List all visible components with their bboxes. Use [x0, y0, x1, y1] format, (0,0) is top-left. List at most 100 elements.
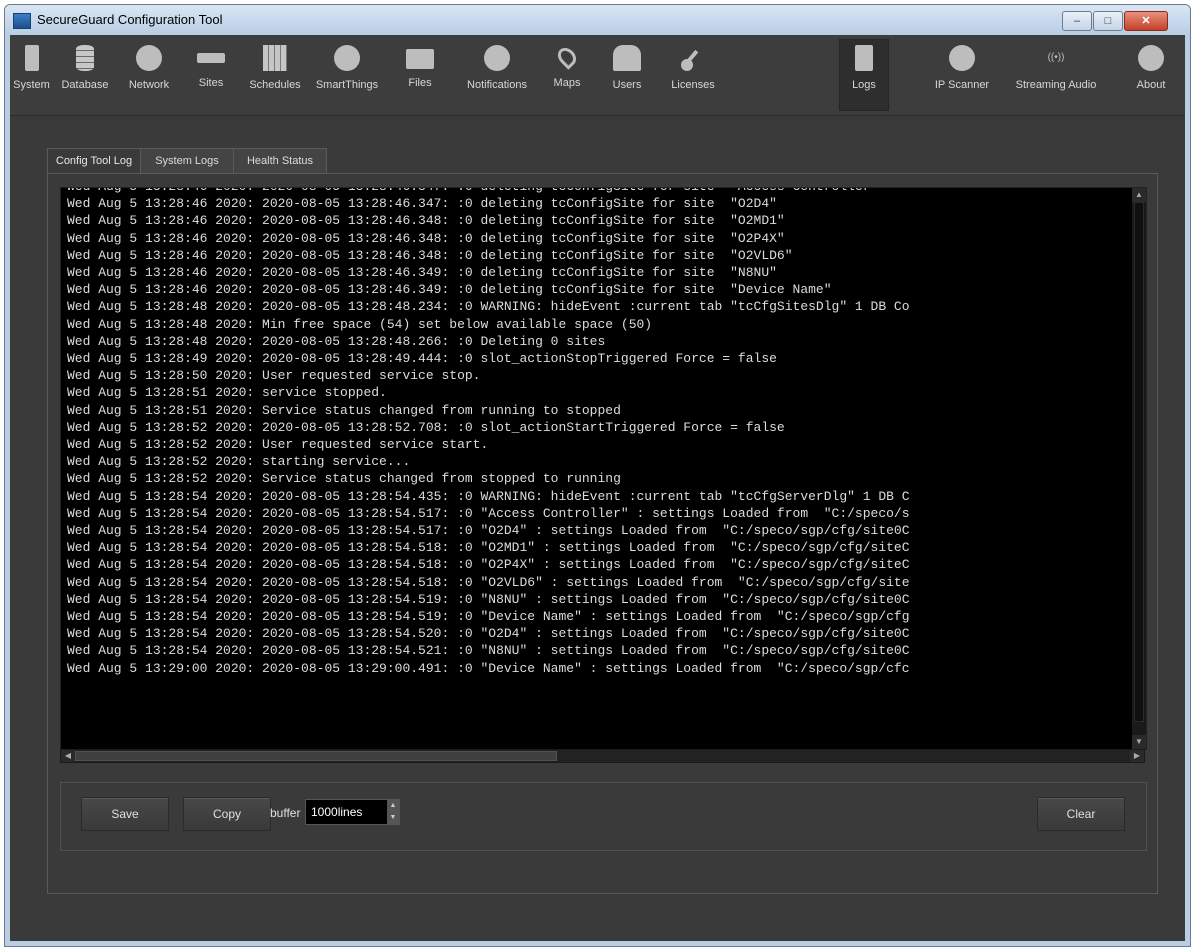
toolbar-item-label: Files [408, 77, 432, 89]
toolbar-item-label: Notifications [467, 79, 527, 91]
vertical-scroll-thumb[interactable] [1134, 202, 1144, 722]
log-line: Wed Aug 5 13:28:50 2020: User requested … [67, 368, 481, 384]
toolbar-item-licenses[interactable]: Licenses [659, 39, 727, 111]
log-line: Wed Aug 5 13:28:54 2020: 2020-08-05 13:2… [67, 591, 910, 607]
log-line: Wed Aug 5 13:28:54 2020: 2020-08-05 13:2… [67, 557, 910, 573]
log-line: Wed Aug 5 13:28:54 2020: 2020-08-05 13:2… [67, 574, 910, 590]
log-line: Wed Aug 5 13:28:51 2020: Service status … [67, 402, 621, 418]
toolbar-item-files[interactable]: Files [385, 39, 455, 111]
toolbar-item-users[interactable]: Users [595, 39, 659, 111]
toolbar-item-schedules[interactable]: Schedules [241, 39, 309, 111]
users-icon [613, 45, 641, 71]
log-line: Wed Aug 5 13:28:54 2020: 2020-08-05 13:2… [67, 488, 910, 504]
log-line: Wed Aug 5 13:28:46 2020: 2020-08-05 13:2… [67, 230, 785, 246]
maximize-button[interactable]: □ [1093, 11, 1123, 31]
horizontal-scrollbar[interactable]: ◀ ▶ [60, 749, 1145, 763]
log-line: Wed Aug 5 13:28:52 2020: starting servic… [67, 454, 411, 470]
tab-health-status[interactable]: Health Status [233, 148, 327, 174]
map-pin-icon [554, 44, 580, 70]
log-line: Wed Aug 5 13:28:54 2020: 2020-08-05 13:2… [67, 626, 910, 642]
log-line: Wed Aug 5 13:28:52 2020: User requested … [67, 437, 489, 453]
horizontal-scroll-thumb[interactable] [75, 751, 557, 761]
toolbar-item-logs[interactable]: Logs [839, 39, 889, 111]
toolbar-item-label: Licenses [671, 79, 715, 91]
log-line: Wed Aug 5 13:28:52 2020: 2020-08-05 13:2… [67, 419, 785, 435]
chevron-up-icon[interactable]: ▲ [387, 800, 399, 812]
ip-scanner-icon [949, 45, 975, 71]
app-icon [13, 13, 31, 29]
minimize-button[interactable]: – [1062, 11, 1092, 31]
log-line: Wed Aug 5 13:28:48 2020: 2020-08-05 13:2… [67, 333, 606, 349]
server-icon [24, 45, 39, 71]
log-controls: Save Copy buffer ▲ ▼ Clear [60, 782, 1147, 851]
log-line: Wed Aug 5 13:28:49 2020: 2020-08-05 13:2… [67, 351, 777, 367]
vertical-scrollbar[interactable]: ▲ ▼ [1132, 188, 1146, 749]
buffer-stepper[interactable]: ▲ ▼ [387, 800, 399, 824]
toolbar-item-network[interactable]: Network [117, 39, 181, 111]
toolbar-item-label: IP Scanner [934, 79, 990, 91]
log-icon [855, 45, 873, 71]
toolbar-item-label: Database [61, 79, 109, 91]
notification-icon [484, 45, 510, 71]
tab-system-logs[interactable]: System Logs [140, 148, 234, 174]
log-line: Wed Aug 5 13:28:54 2020: 2020-08-05 13:2… [67, 505, 910, 521]
log-lines: Wed Aug 5 13:28:46 2020: 2020-08-05 13:2… [67, 188, 1130, 677]
toolbar-item-streaming-audio[interactable]: Streaming Audio [1007, 39, 1105, 111]
scroll-down-icon[interactable]: ▼ [1132, 735, 1146, 749]
clear-button[interactable]: Clear [1037, 797, 1125, 831]
log-line: Wed Aug 5 13:28:46 2020: 2020-08-05 13:2… [67, 282, 832, 298]
log-line: Wed Aug 5 13:28:46 2020: 2020-08-05 13:2… [67, 196, 777, 212]
log-line: Wed Aug 5 13:28:54 2020: 2020-08-05 13:2… [67, 609, 910, 625]
main-content: Config Tool Log System Logs Health Statu… [10, 116, 1185, 941]
toolbar-item-sites[interactable]: Sites [181, 39, 241, 111]
toolbar-item-label: System [13, 79, 50, 91]
toolbar-item-ip-scanner[interactable]: IP Scanner [922, 39, 1002, 111]
log-line: Wed Aug 5 13:29:00 2020: 2020-08-05 13:2… [67, 660, 910, 676]
scroll-left-icon[interactable]: ◀ [61, 750, 75, 762]
save-button[interactable]: Save [81, 797, 169, 831]
info-icon [1138, 45, 1164, 71]
log-line: Wed Aug 5 13:28:48 2020: Min free space … [67, 316, 653, 332]
toolbar-item-label: Logs [852, 79, 876, 91]
toolbar-item-notifications[interactable]: Notifications [455, 39, 539, 111]
toolbar-item-label: About [1136, 79, 1166, 91]
toolbar-item-smartthings[interactable]: SmartThings [309, 39, 385, 111]
buffer-spinbox[interactable]: ▲ ▼ [305, 799, 400, 825]
log-line: Wed Aug 5 13:28:54 2020: 2020-08-05 13:2… [67, 540, 910, 556]
calendar-icon [263, 45, 287, 71]
toolbar-item-maps[interactable]: Maps [539, 39, 595, 111]
scroll-right-icon[interactable]: ▶ [1130, 750, 1144, 762]
toolbar-item-label: Streaming Audio [1015, 79, 1097, 91]
key-icon [681, 45, 705, 71]
log-line: Wed Aug 5 13:28:46 2020: 2020-08-05 13:2… [67, 188, 1130, 195]
log-line: Wed Aug 5 13:28:54 2020: 2020-08-05 13:2… [67, 523, 910, 539]
main-toolbar: System Database Network Sites Schedules … [10, 35, 1185, 116]
toolbar-item-about[interactable]: About [1127, 39, 1175, 111]
tab-config-tool-log[interactable]: Config Tool Log [47, 148, 141, 175]
log-line: Wed Aug 5 13:28:52 2020: Service status … [67, 471, 621, 487]
toolbar-item-label: SmartThings [315, 79, 379, 91]
window-title: SecureGuard Configuration Tool [37, 12, 223, 27]
log-line: Wed Aug 5 13:28:46 2020: 2020-08-05 13:2… [67, 213, 785, 229]
copy-button[interactable]: Copy [183, 797, 271, 831]
log-view[interactable]: Wed Aug 5 13:28:46 2020: 2020-08-05 13:2… [60, 187, 1147, 750]
toolbar-item-label: Network [128, 79, 170, 91]
scroll-up-icon[interactable]: ▲ [1132, 188, 1146, 202]
chevron-down-icon[interactable]: ▼ [387, 812, 399, 824]
network-icon [136, 45, 162, 71]
folder-icon [406, 49, 434, 69]
tab-panel: Wed Aug 5 13:28:46 2020: 2020-08-05 13:2… [47, 173, 1158, 894]
app-window: SecureGuard Configuration Tool – □ ✕ Sys… [4, 4, 1191, 947]
log-line: Wed Aug 5 13:28:48 2020: 2020-08-05 13:2… [67, 299, 910, 315]
title-bar[interactable]: SecureGuard Configuration Tool – □ ✕ [5, 5, 1190, 35]
toolbar-item-database[interactable]: Database [53, 39, 117, 111]
log-line: Wed Aug 5 13:28:54 2020: 2020-08-05 13:2… [67, 643, 910, 659]
toolbar-item-label: Sites [198, 77, 224, 89]
smartthings-icon [334, 45, 360, 71]
toolbar-item-label: Schedules [249, 79, 301, 91]
buffer-input[interactable] [311, 800, 383, 824]
log-line: Wed Aug 5 13:28:46 2020: 2020-08-05 13:2… [67, 247, 793, 263]
toolbar-item-system[interactable]: System [10, 39, 53, 111]
toolbar-item-label: Users [612, 79, 642, 91]
close-button[interactable]: ✕ [1124, 11, 1168, 31]
